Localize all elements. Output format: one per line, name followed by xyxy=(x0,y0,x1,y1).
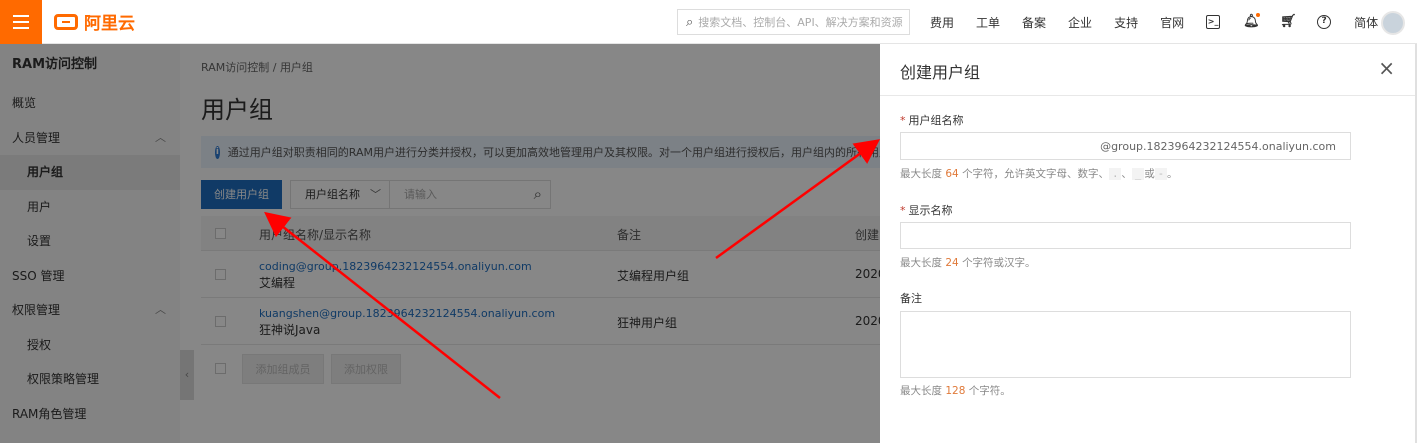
nav-support[interactable]: 支持 xyxy=(1114,14,1138,31)
display-name-label: * 显示名称 xyxy=(900,204,953,217)
terminal-icon[interactable]: >_ xyxy=(1206,15,1221,29)
menu-button[interactable] xyxy=(0,0,42,44)
cart-icon[interactable]: 🛒︎ xyxy=(1280,15,1297,29)
nav-icp[interactable]: 备案 xyxy=(1022,14,1046,31)
note-label: 备注 xyxy=(900,292,922,305)
display-name-input[interactable] xyxy=(900,222,1351,249)
display-name-help: 最大长度 24 个字符或汉字。 xyxy=(900,257,1036,269)
language-switch[interactable]: 简体 xyxy=(1354,14,1378,31)
top-bar: 阿里云 ⌕ 搜索文档、控制台、API、解决方案和资源 费用 工单 备案 企业 支持… xyxy=(0,0,1417,44)
logo[interactable]: 阿里云 xyxy=(54,9,135,34)
global-search-input[interactable]: ⌕ 搜索文档、控制台、API、解决方案和资源 xyxy=(677,9,910,35)
nav-tickets[interactable]: 工单 xyxy=(976,14,1000,31)
close-icon[interactable]: × xyxy=(1378,56,1395,80)
drawer-title: 创建用户组 xyxy=(900,63,981,82)
nav-billing[interactable]: 费用 xyxy=(930,14,954,31)
avatar[interactable] xyxy=(1381,11,1405,35)
note-help: 最大长度 128 个字符。 xyxy=(900,385,1011,397)
bell-icon[interactable]: 🔔︎ xyxy=(1243,13,1261,29)
group-name-help: 最大长度 64 个字符，允许英文字母、数字、.、 _ 或 -。 xyxy=(900,168,1178,180)
group-name-label: * 用户组名称 xyxy=(900,114,964,127)
create-group-drawer: 创建用户组 × * 用户组名称 @group.1823964232124554.on… xyxy=(880,44,1417,443)
group-name-input[interactable]: @group.1823964232124554.onaliyun.com xyxy=(900,132,1351,160)
nav-website[interactable]: 官网 xyxy=(1160,14,1184,31)
help-icon[interactable]: ? xyxy=(1317,15,1332,29)
note-textarea[interactable] xyxy=(900,311,1351,378)
modal-overlay[interactable] xyxy=(0,44,880,443)
search-icon: ⌕ xyxy=(686,14,694,30)
nav-enterprise[interactable]: 企业 xyxy=(1068,14,1092,31)
